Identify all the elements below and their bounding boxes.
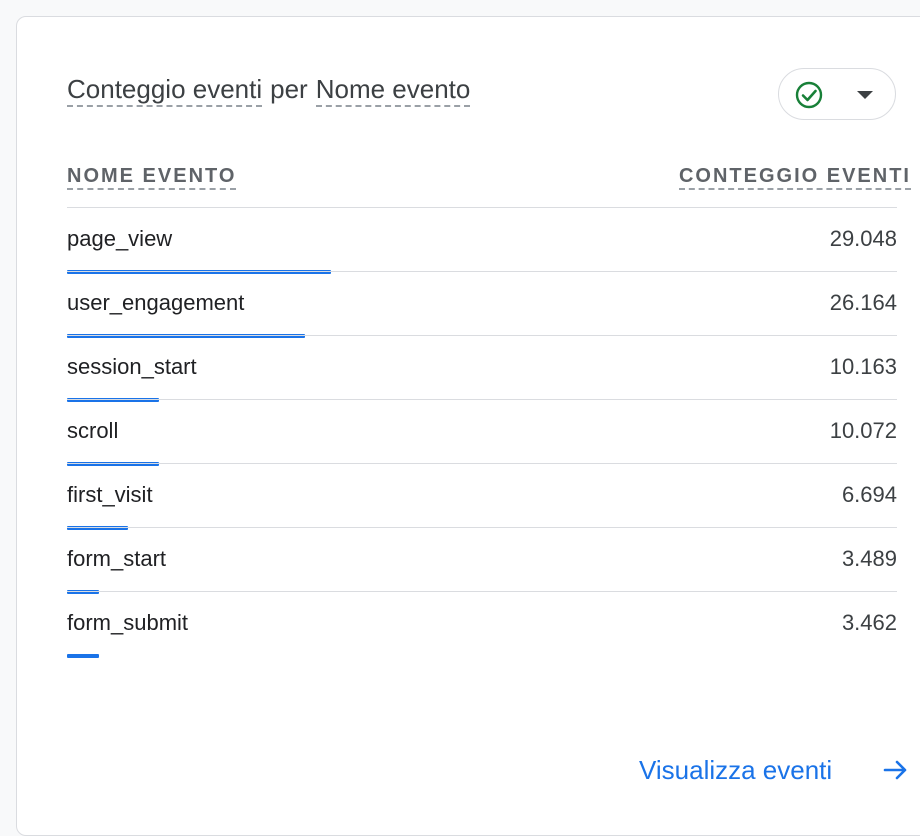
table-row[interactable]: form_submit 3.462: [67, 591, 897, 658]
metric-label[interactable]: Conteggio eventi: [67, 74, 263, 107]
column-header-event-count[interactable]: CONTEGGIO EVENTI: [678, 162, 911, 190]
event-name: user_engagement: [67, 290, 245, 315]
title-joiner: per: [270, 74, 308, 104]
table-row[interactable]: form_start 3.489: [67, 527, 897, 594]
event-name: form_submit: [67, 610, 189, 635]
event-count: 26.164: [829, 290, 897, 315]
event-name: session_start: [67, 354, 197, 379]
event-count: 3.462: [841, 610, 897, 635]
table-row[interactable]: scroll 10.072: [67, 399, 897, 466]
check-circle-icon: [795, 81, 823, 109]
event-count: 10.072: [829, 418, 897, 443]
table-row[interactable]: page_view 29.048: [67, 207, 897, 274]
table-row[interactable]: user_engagement 26.164: [67, 271, 897, 338]
event-name: page_view: [67, 226, 173, 251]
card-title: Conteggio eventi per Nome evento: [67, 71, 471, 107]
caret-down-icon: [857, 91, 873, 99]
event-name: scroll: [67, 418, 119, 443]
view-events-link[interactable]: Visualizza eventi: [639, 752, 832, 788]
events-card: Conteggio eventi per Nome evento NOME EVEN…: [16, 16, 920, 836]
event-count: 6.694: [841, 482, 897, 507]
arrow-right-icon[interactable]: [881, 755, 911, 785]
dimension-label[interactable]: Nome evento: [315, 74, 471, 107]
table-row[interactable]: session_start 10.163: [67, 335, 897, 402]
column-header-event-name[interactable]: NOME EVENTO: [67, 162, 237, 190]
events-table: page_view 29.048 user_engagement 26.164 …: [67, 207, 897, 658]
comparison-dropdown-button[interactable]: [778, 68, 896, 120]
event-count: 10.163: [829, 354, 897, 379]
event-name: form_start: [67, 546, 167, 571]
event-count-bar: [67, 654, 99, 658]
event-count: 3.489: [841, 546, 897, 571]
table-row[interactable]: first_visit 6.694: [67, 463, 897, 530]
event-name: first_visit: [67, 482, 153, 507]
event-count: 29.048: [829, 226, 897, 251]
